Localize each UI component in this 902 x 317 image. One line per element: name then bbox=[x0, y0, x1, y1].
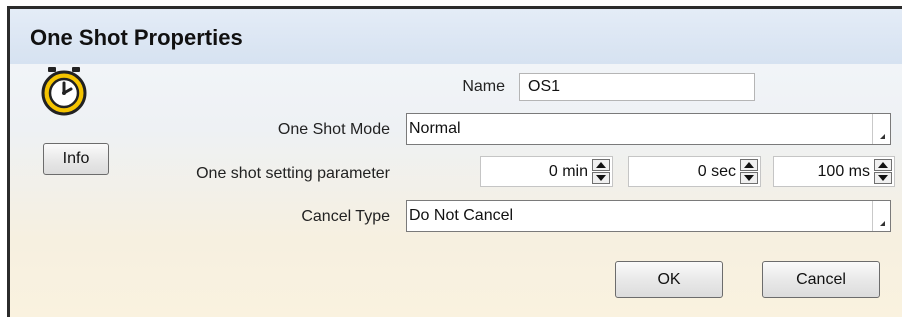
spin-up-arrow-icon[interactable] bbox=[740, 159, 758, 171]
name-label: Name bbox=[462, 78, 505, 95]
cancel-type-label: Cancel Type bbox=[301, 208, 390, 225]
minutes-stepper[interactable]: 0 min bbox=[480, 156, 613, 187]
spin-down-arrow-icon[interactable] bbox=[874, 172, 892, 184]
cancel-button[interactable]: Cancel bbox=[762, 261, 880, 298]
name-input[interactable]: OS1 bbox=[519, 73, 755, 101]
dialog-title-bar: One Shot Properties bbox=[10, 9, 902, 64]
spin-down-arrow-icon[interactable] bbox=[592, 172, 610, 184]
minutes-value[interactable]: 0 min bbox=[549, 157, 588, 186]
dropdown-arrow-icon[interactable] bbox=[872, 201, 890, 231]
one-shot-mode-value: Normal bbox=[409, 120, 461, 137]
one-shot-properties-dialog: One Shot Properties Info Name OS1 One Sh… bbox=[7, 6, 902, 317]
spin-up-arrow-icon[interactable] bbox=[592, 159, 610, 171]
dialog-title: One Shot Properties bbox=[30, 25, 243, 50]
one-shot-mode-label: One Shot Mode bbox=[277, 121, 390, 138]
seconds-stepper[interactable]: 0 sec bbox=[628, 156, 761, 187]
dropdown-arrow-icon[interactable] bbox=[872, 114, 890, 144]
spin-up-arrow-icon[interactable] bbox=[874, 159, 892, 171]
cancel-type-value: Do Not Cancel bbox=[409, 207, 514, 224]
milliseconds-stepper[interactable]: 100 ms bbox=[773, 156, 895, 187]
milliseconds-value[interactable]: 100 ms bbox=[818, 157, 870, 186]
spin-down-arrow-icon[interactable] bbox=[740, 172, 758, 184]
cancel-type-select[interactable]: Do Not Cancel bbox=[406, 200, 891, 232]
seconds-value[interactable]: 0 sec bbox=[698, 157, 736, 186]
one-shot-setting-parameter-label: One shot setting parameter bbox=[196, 165, 390, 182]
one-shot-mode-select[interactable]: Normal bbox=[406, 113, 891, 145]
ok-button[interactable]: OK bbox=[615, 261, 723, 298]
info-button[interactable]: Info bbox=[43, 143, 109, 175]
stopwatch-icon bbox=[41, 67, 87, 116]
